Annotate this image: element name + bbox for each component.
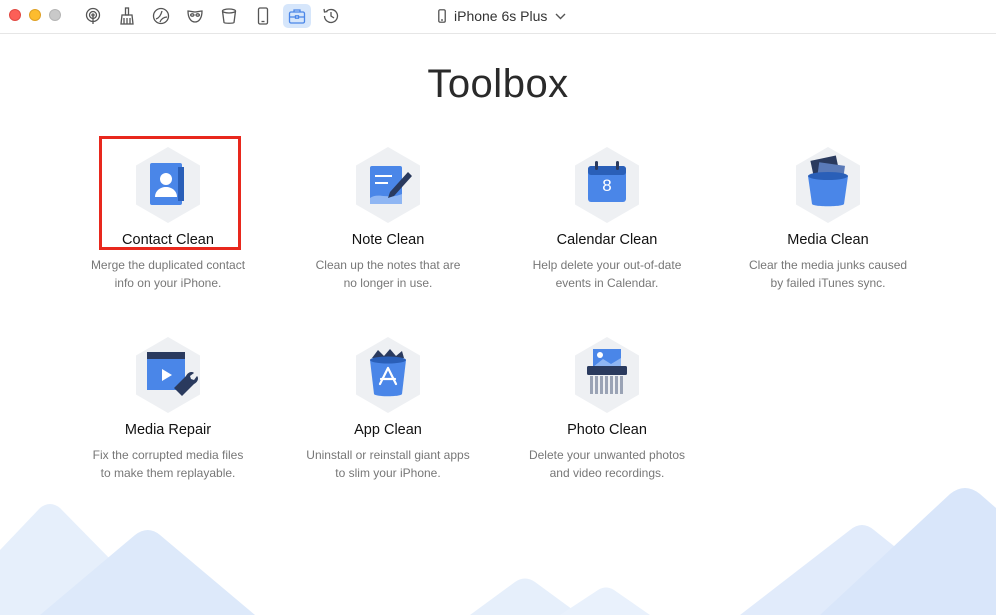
minimize-window-button[interactable]: [29, 9, 41, 21]
calendar-day-number: 8: [602, 176, 612, 195]
tool-name: Note Clean: [351, 232, 425, 248]
tool-description: Fix the corrupted media files to make th…: [68, 446, 268, 482]
toolbox-icon: [288, 9, 306, 24]
podcast-icon: [85, 7, 101, 24]
tool-description: Delete your unwanted photos and video re…: [507, 446, 707, 482]
tool-description: Uninstall or reinstall giant apps to sli…: [288, 446, 488, 482]
tool-description-line: to make them replayable.: [100, 466, 236, 480]
mask-tool-button[interactable]: [181, 4, 209, 28]
tool-description-line: Delete your unwanted photos: [528, 448, 686, 462]
tool-description-line: Merge the duplicated contact: [90, 258, 246, 272]
chevron-down-icon: [555, 13, 566, 19]
broom-icon: [120, 7, 134, 25]
tool-name: Media Clean: [787, 232, 869, 248]
photo-clean-icon: [575, 337, 639, 413]
tool-description-line: Help delete your out-of-date: [532, 258, 682, 272]
close-window-button[interactable]: [9, 9, 21, 21]
tool-description-line: by failed iTunes sync.: [770, 276, 886, 290]
tool-name: Calendar Clean: [556, 232, 658, 248]
broom-tool-button[interactable]: [113, 4, 141, 28]
tool-description: Merge the duplicated contact info on you…: [68, 256, 268, 292]
tool-description-line: Fix the corrupted media files: [92, 448, 244, 462]
background-mountains: [0, 488, 996, 615]
trash-tool-button[interactable]: [215, 4, 243, 28]
tool-description-line: events in Calendar.: [555, 276, 659, 290]
tool-description-line: no longer in use.: [343, 276, 433, 290]
trash-icon: [221, 8, 237, 24]
tool-description-line: Uninstall or reinstall giant apps: [306, 448, 470, 462]
podcast-tool-button[interactable]: [79, 4, 107, 28]
history-icon: [323, 8, 339, 24]
zoom-window-button[interactable]: [49, 9, 61, 21]
device-selector[interactable]: iPhone 6s Plus: [438, 7, 566, 25]
note-clean-icon: [356, 147, 420, 223]
tool-description-line: and video recordings.: [549, 466, 665, 480]
device-phone-icon: [438, 9, 446, 23]
tool-name: Media Repair: [124, 422, 212, 438]
tool-description-line: Clean up the notes that are: [315, 258, 461, 272]
toolbox-tool-button[interactable]: [283, 4, 311, 28]
cleaner-tool-button[interactable]: [147, 4, 175, 28]
title-bar: iPhone 6s Plus: [0, 0, 996, 34]
tool-description: Clear the media junks caused by failed i…: [728, 256, 928, 292]
tool-description-line: info on your iPhone.: [114, 276, 222, 290]
app-clean-icon: [356, 337, 420, 413]
page-title: Toolbox: [427, 62, 569, 106]
phone-icon: [257, 7, 269, 25]
tool-description-line: Clear the media junks caused: [748, 258, 908, 272]
tool-description: Clean up the notes that are no longer in…: [288, 256, 488, 292]
tool-name: App Clean: [354, 422, 422, 438]
history-tool-button[interactable]: [317, 4, 345, 28]
media-repair-icon: [136, 337, 200, 413]
tool-description: Help delete your out-of-date events in C…: [507, 256, 707, 292]
cleaner-icon: [152, 7, 170, 25]
mask-icon: [187, 10, 203, 23]
selection-highlight: [99, 136, 241, 250]
tool-name: Photo Clean: [567, 422, 647, 438]
device-name: iPhone 6s Plus: [454, 8, 548, 24]
media-clean-icon: [796, 147, 860, 223]
tool-description-line: to slim your iPhone.: [335, 466, 441, 480]
phone-tool-button[interactable]: [249, 4, 277, 28]
